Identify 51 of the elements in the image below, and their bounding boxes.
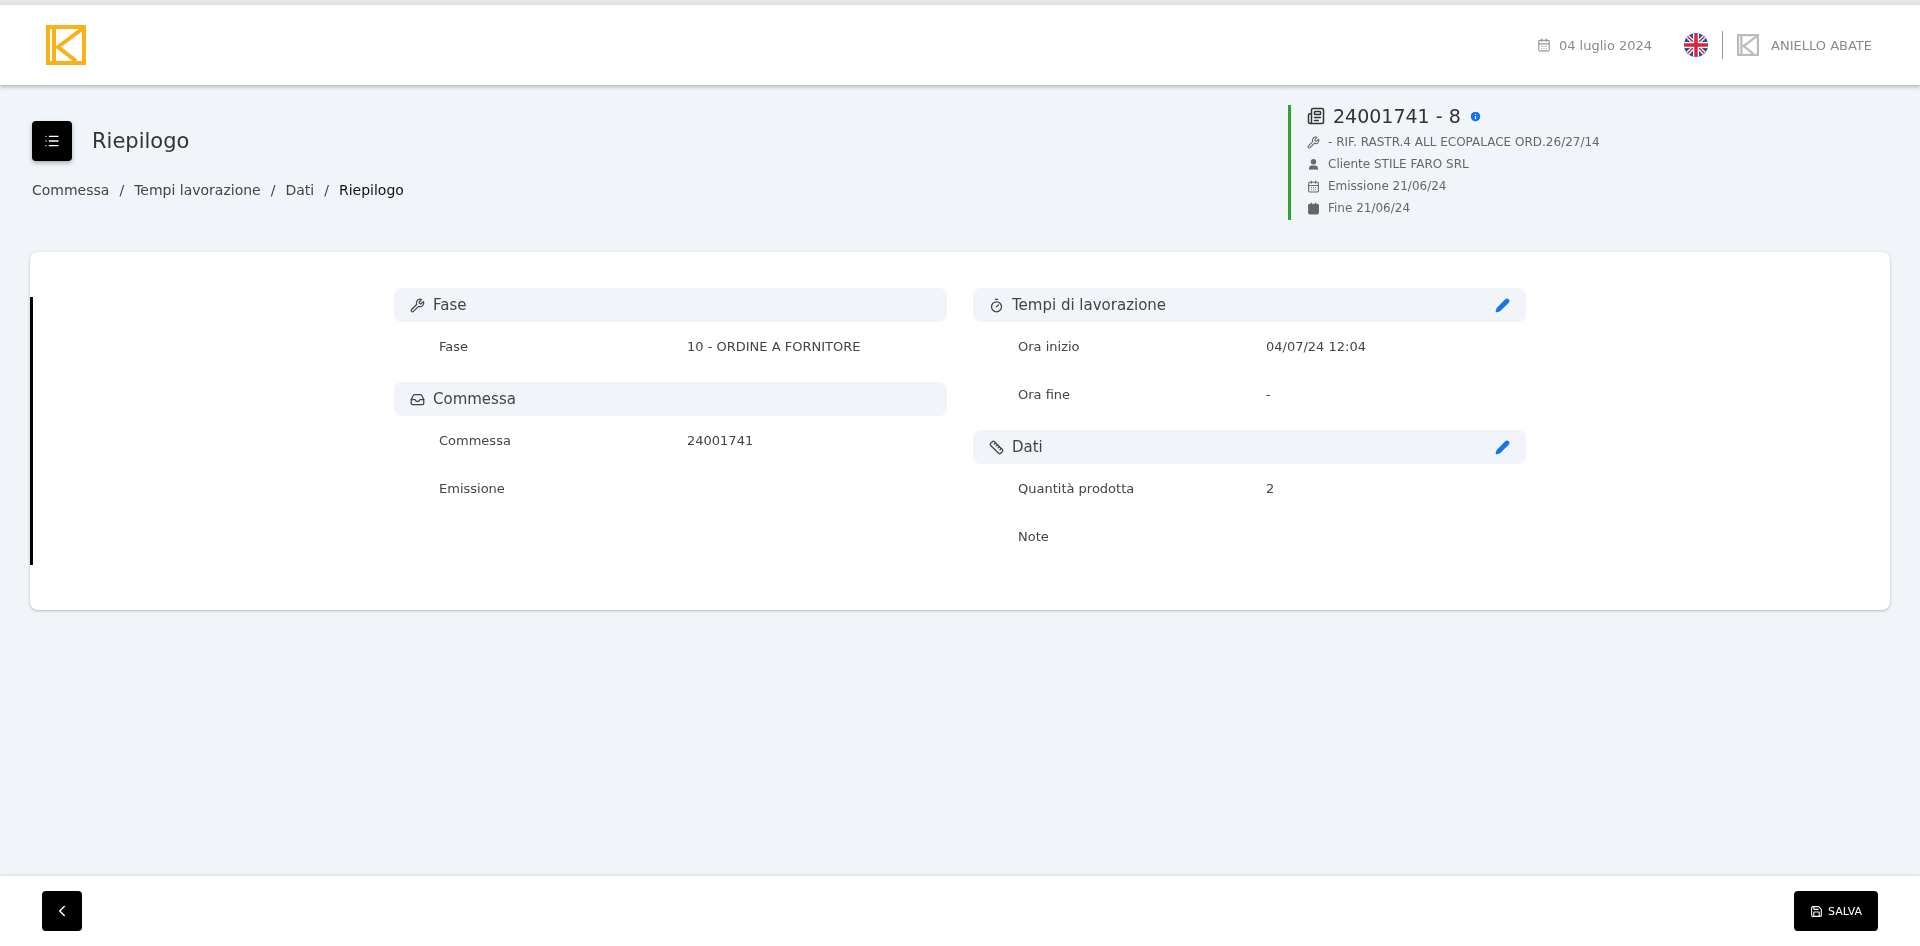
order-detail: Fine 21/06/24: [1328, 201, 1411, 215]
field-label: Commessa: [439, 432, 512, 448]
user-logo-icon: [1737, 34, 1760, 56]
info-icon[interactable]: [1468, 109, 1482, 123]
ruler-icon: [989, 439, 1004, 455]
field-label: Fase: [439, 338, 470, 354]
document-icon: [1307, 107, 1325, 125]
field-value: 04/07/24 12:04: [1266, 338, 1366, 354]
breadcrumb-link[interactable]: Riepilogo: [338, 182, 404, 198]
edit-button[interactable]: [1495, 297, 1510, 313]
breadcrumb-separator: /: [324, 182, 329, 198]
field-value: 2: [1266, 480, 1275, 496]
inbox-icon: [410, 391, 425, 407]
field-value: 10 - ORDINE A FORNITORE: [687, 338, 861, 354]
calendar-icon: [1307, 179, 1320, 193]
field-label: Quantità prodotta: [1018, 480, 1136, 496]
field-label: Ora fine: [1018, 386, 1072, 402]
menu-button[interactable]: [32, 121, 72, 161]
breadcrumb-link[interactable]: Dati: [285, 182, 315, 198]
section-title: Fase: [433, 296, 468, 314]
order-detail: - RIF. RASTR.4 ALL ECOPALACE ORD.26/27/14: [1328, 135, 1600, 149]
calendar-icon: [1307, 201, 1320, 215]
save-button[interactable]: SALVA: [1794, 891, 1878, 931]
edit-button[interactable]: [1495, 439, 1510, 455]
calendar-icon: [1536, 38, 1551, 52]
field-value: -: [1266, 386, 1271, 402]
wrench-icon: [1307, 135, 1320, 149]
header-date: 04 luglio 2024: [1558, 37, 1653, 53]
logo-icon: [46, 25, 86, 65]
order-code: 24001741 - 8: [1333, 105, 1461, 127]
section-title: Commessa: [433, 390, 517, 408]
breadcrumb-link[interactable]: Tempi lavorazione: [134, 182, 261, 198]
field-label: Note: [1018, 528, 1050, 544]
breadcrumb-separator: /: [270, 182, 276, 198]
section-title: Dati: [1012, 438, 1044, 456]
order-detail: Cliente STILE FARO SRL: [1328, 157, 1469, 171]
order-detail: Emissione 21/06/24: [1328, 179, 1447, 193]
field-value: 24001741: [687, 432, 754, 448]
breadcrumb-link[interactable]: Commessa: [32, 182, 110, 198]
save-icon: [1810, 904, 1823, 918]
field-label: Emissione: [439, 480, 506, 496]
breadcrumb-separator: /: [119, 182, 125, 198]
list-icon: [44, 133, 60, 149]
person-icon: [1307, 157, 1320, 171]
field-label: Ora inizio: [1018, 338, 1081, 354]
section-title: Tempi di lavorazione: [1012, 296, 1168, 314]
user-name: ANIELLO ABATE: [1771, 37, 1872, 53]
back-button[interactable]: [42, 891, 82, 931]
stopwatch-icon: [989, 297, 1004, 313]
uk-flag-icon: [1684, 33, 1709, 57]
page-title: Riepilogo: [92, 129, 190, 153]
